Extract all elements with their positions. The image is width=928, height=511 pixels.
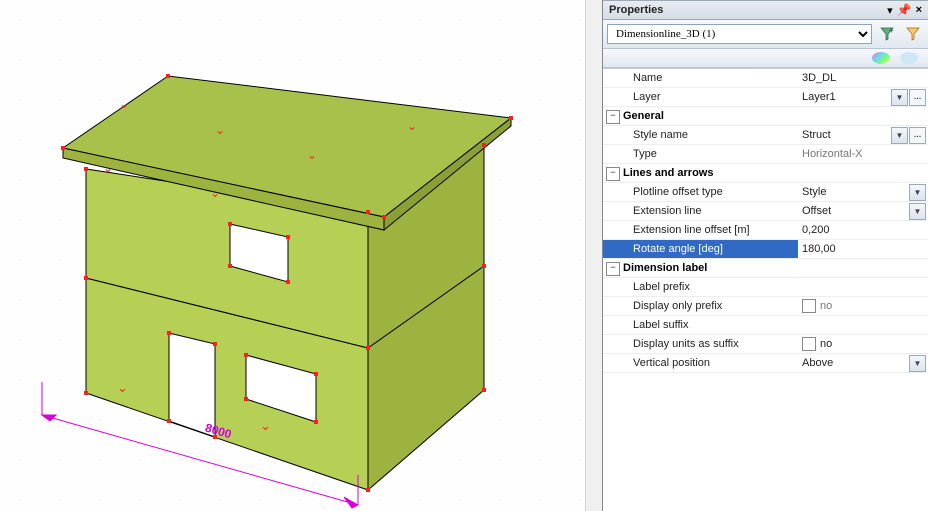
prop-display-only-prefix-label: Display only prefix	[603, 297, 798, 315]
group-toggle-dimlabel[interactable]: −	[606, 262, 620, 276]
prop-ext-offset-value[interactable]: 0,200	[798, 221, 928, 239]
palette-icon[interactable]	[872, 52, 890, 64]
prop-rotate-angle-value[interactable]: 180,00	[798, 240, 928, 258]
prop-layer-value[interactable]: Layer1 ▼ ...	[798, 88, 928, 106]
prop-display-only-prefix-value[interactable]: no	[798, 297, 928, 315]
checkbox[interactable]	[802, 337, 816, 351]
prop-plot-offset-type-label: Plotline offset type	[603, 183, 798, 201]
prop-plot-offset-type-value[interactable]: Style ▼	[798, 183, 928, 201]
svg-text:⌄: ⌄	[119, 97, 129, 111]
selection-dropdown[interactable]: Dimensionline_3D (1)	[607, 24, 872, 44]
prop-ext-line-label: Extension line	[603, 202, 798, 220]
group-toggle-lines[interactable]: −	[606, 167, 620, 181]
svg-text:⌄: ⌄	[407, 119, 417, 133]
prop-rotate-angle-label: Rotate angle [deg]	[603, 240, 798, 258]
dropdown-icon[interactable]: ▼	[909, 184, 926, 201]
pin-icon[interactable]: 📌	[897, 3, 912, 17]
prop-type-value: Horizontal-X	[798, 145, 928, 163]
ellipsis-button[interactable]: ...	[909, 89, 926, 106]
svg-text:⌄: ⌄	[307, 148, 317, 162]
group-general: General	[623, 107, 664, 125]
prop-ext-offset-label: Extension line offset [m]	[603, 221, 798, 239]
prop-layer-label: Layer	[603, 88, 798, 106]
prop-label-suffix-value[interactable]	[798, 316, 928, 334]
layout-icon[interactable]	[900, 52, 918, 64]
panel-tab-row	[603, 49, 928, 68]
prop-ext-line-value[interactable]: Offset ▼	[798, 202, 928, 220]
group-lines: Lines and arrows	[623, 164, 713, 182]
svg-text:⌄: ⌄	[210, 186, 220, 200]
dropdown-icon[interactable]: ▼	[909, 203, 926, 220]
dropdown-icon[interactable]: ▾	[887, 4, 893, 17]
panel-titlebar[interactable]: Properties ▾ 📌 ×	[603, 0, 928, 20]
funnel-icon[interactable]	[902, 23, 924, 45]
prop-label-prefix-label: Label prefix	[603, 278, 798, 296]
dropdown-icon[interactable]: ▼	[909, 355, 926, 372]
prop-name-label: Name	[603, 69, 798, 87]
dropdown-icon[interactable]: ▼	[891, 89, 908, 106]
3d-viewport[interactable]: ⌄ ⌄ ⌄ ⌄ ⌄ ⌄ ⌄ ⌄ 8000	[0, 0, 602, 511]
ellipsis-button[interactable]: ...	[909, 127, 926, 144]
checkbox[interactable]	[802, 299, 816, 313]
prop-label-suffix-label: Label suffix	[603, 316, 798, 334]
group-toggle-general[interactable]: −	[606, 110, 620, 124]
svg-text:⌄: ⌄	[103, 161, 113, 175]
prop-display-units-suffix-label: Display units as suffix	[603, 335, 798, 353]
svg-text:+: +	[889, 26, 894, 35]
prop-style-name-value[interactable]: Struct ▼ ...	[798, 126, 928, 144]
prop-style-name-label: Style name	[603, 126, 798, 144]
prop-display-units-suffix-value[interactable]: no	[798, 335, 928, 353]
svg-text:⌄: ⌄	[117, 380, 128, 395]
viewport-vertical-scrollbar[interactable]	[585, 0, 602, 511]
funnel-add-icon[interactable]: +	[876, 23, 898, 45]
scene-svg: ⌄ ⌄ ⌄ ⌄ ⌄ ⌄ ⌄ ⌄	[0, 0, 602, 511]
panel-toolbar: Dimensionline_3D (1) +	[603, 20, 928, 49]
prop-label-prefix-value[interactable]	[798, 278, 928, 296]
svg-text:⌄: ⌄	[260, 418, 271, 433]
prop-name-value[interactable]: 3D_DL	[798, 69, 928, 87]
dropdown-icon[interactable]: ▼	[891, 127, 908, 144]
property-grid: Name 3D_DL Layer Layer1 ▼ ... − General …	[603, 68, 928, 511]
prop-vertical-position-label: Vertical position	[603, 354, 798, 372]
prop-vertical-position-value[interactable]: Above ▼	[798, 354, 928, 372]
close-icon[interactable]: ×	[916, 4, 922, 16]
svg-text:⌄: ⌄	[215, 123, 225, 137]
panel-title: Properties	[609, 4, 663, 16]
properties-panel: Properties ▾ 📌 × Dimensionline_3D (1) + …	[602, 0, 928, 511]
prop-type-label: Type	[603, 145, 798, 163]
group-dimlabel: Dimension label	[623, 259, 707, 277]
